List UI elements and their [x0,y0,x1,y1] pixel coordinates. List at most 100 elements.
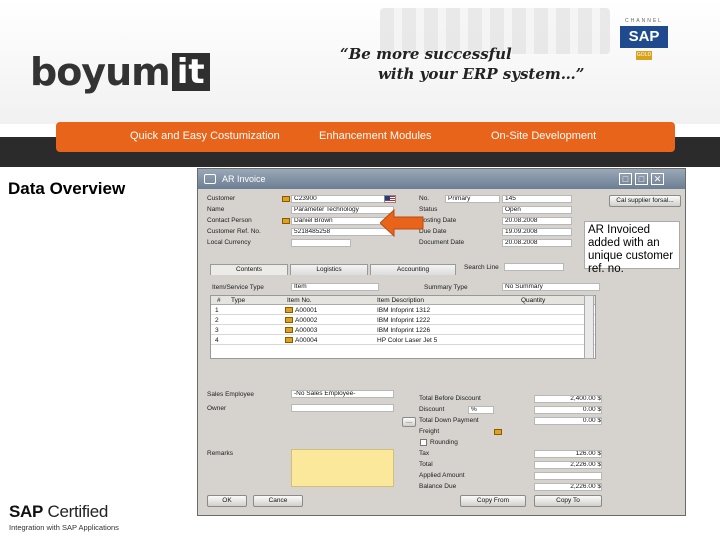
doc-no-label: No. [419,195,430,202]
ok-button[interactable]: OK [207,495,247,507]
down-payment-button[interactable]: … [402,417,416,427]
name-label: Name [207,206,225,213]
link-arrow-icon[interactable] [285,307,293,313]
total-value[interactable]: 2,226.00 $ [534,461,602,469]
supplier-button[interactable]: Cal supplier forsal... [609,195,681,207]
total-before-discount-label: Total Before Discount [419,395,481,402]
table-scrollbar[interactable] [584,295,594,359]
item-no-cell[interactable]: A00001 [295,307,317,314]
col-quantity[interactable]: Quantity [521,297,545,304]
down-payment-value[interactable]: 0.00 $ [534,417,602,425]
discount-label: Discount [419,406,445,413]
gold-badge: GOLD [636,51,652,60]
copy-from-button[interactable]: Copy From [460,495,526,507]
row-number: 4 [215,337,219,344]
customer-ref-field[interactable]: 5218485258 [291,228,394,236]
tab-contents[interactable]: Contents [210,264,288,275]
series-select[interactable]: Primary [445,195,500,203]
slogan-line-2: with your ERP system…” [378,65,585,83]
document-date-field[interactable]: 20.08.2008 [502,239,572,247]
item-desc-cell[interactable]: IBM Infoprint 1222 [377,317,430,324]
boyum-logo: boyum it [30,50,210,94]
item-type-select[interactable]: Item [291,283,379,291]
link-arrow-icon[interactable] [282,196,290,202]
us-flag-icon [384,195,396,203]
sap-certified-word: Certified [43,502,109,521]
row-number: 3 [215,327,219,334]
maximize-icon[interactable]: □ [635,173,648,185]
sap-logo: SAP [620,26,668,48]
item-no-cell[interactable]: A00003 [295,327,317,334]
item-desc-cell[interactable]: IBM Infoprint 1226 [377,327,430,334]
owner-field[interactable] [291,404,394,412]
tab-logistics[interactable]: Logistics [290,264,368,275]
item-desc-cell[interactable]: HP Color Laser Jet 5 [377,337,437,344]
table-row[interactable]: 1 A00001 IBM Infoprint 1312 [211,306,595,315]
item-desc-cell[interactable]: IBM Infoprint 1312 [377,307,430,314]
sap-certified-sap: SAP [9,502,44,521]
customer-field[interactable]: C23900 [291,195,394,203]
menu-item-enhancement[interactable]: Enhancement Modules [319,130,432,142]
link-arrow-icon[interactable] [285,317,293,323]
search-line-input[interactable] [504,263,564,271]
highlight-arrow-icon [380,208,424,238]
total-down-payment-label: Total Down Payment [419,417,479,424]
sap-channel-badge: CHANNEL SAP GOLD [616,18,672,66]
link-arrow-icon[interactable] [285,337,293,343]
section-title: Data Overview [8,179,126,198]
close-icon[interactable]: ✕ [651,173,664,185]
due-date-field[interactable]: 19.09.2008 [502,228,572,236]
applied-amount-value[interactable] [534,472,602,480]
owner-label: Owner [207,405,227,412]
name-field[interactable]: Parameter Technology [291,206,394,214]
posting-date-field[interactable]: 20.08.2008 [502,217,572,225]
col-item-desc[interactable]: Item Description [377,297,424,304]
sales-employee-select[interactable]: -No Sales Employee- [291,390,394,398]
remarks-field[interactable] [291,449,394,487]
applied-amount-label: Applied Amount [419,472,465,479]
window-titlebar: AR Invoice □ □ ✕ [198,169,685,189]
discount-value[interactable]: 0.00 $ [534,406,602,414]
table-row[interactable]: 2 A00002 IBM Infoprint 1222 [211,316,595,325]
window-icon [204,174,216,184]
logo-box: it [171,53,210,91]
menu-item-customization[interactable]: Quick and Easy Costumization [130,130,280,142]
row-number: 1 [215,307,219,314]
link-arrow-icon[interactable] [494,429,502,435]
total-before-discount-value[interactable]: 2,400.00 $ [534,395,602,403]
link-arrow-icon[interactable] [282,218,290,224]
copy-to-button[interactable]: Copy To [534,495,602,507]
currency-field[interactable] [291,239,351,247]
summary-type-select[interactable]: No Summary [502,283,600,291]
tax-value[interactable]: 126.00 $ [534,450,602,458]
document-date-label: Document Date [419,239,465,246]
col-type[interactable]: Type [231,297,245,304]
items-table: # Type Item No. Item Description Quantit… [210,295,596,359]
customer-label: Customer [207,195,236,202]
logo-text: boyum [30,50,171,94]
sales-employee-label: Sales Employee [207,391,254,398]
slogan: “Be more successful with your ERP system… [340,44,584,84]
tab-accounting[interactable]: Accounting [370,264,456,275]
minimize-icon[interactable]: □ [619,173,632,185]
item-no-cell[interactable]: A00004 [295,337,317,344]
menu-item-onsite[interactable]: On-Site Development [491,130,596,142]
rounding-label: Rounding [430,439,458,446]
table-row[interactable]: 4 A00004 HP Color Laser Jet 5 [211,336,595,345]
balance-due-value[interactable]: 2,226.00 $ [534,483,602,491]
col-item-no[interactable]: Item No. [287,297,312,304]
cancel-button[interactable]: Cance [253,495,303,507]
search-line-label: Search Line [464,264,499,271]
col-number[interactable]: # [217,297,221,304]
contact-person-field[interactable]: Daniel Brown [291,217,394,225]
link-arrow-icon[interactable] [285,327,293,333]
slogan-line-1: “Be more successful [340,45,512,63]
status-field[interactable]: Open [502,206,572,214]
table-header: # Type Item No. Item Description Quantit… [211,296,595,305]
item-no-cell[interactable]: A00002 [295,317,317,324]
balance-due-label: Balance Due [419,483,457,490]
table-row[interactable]: 3 A00003 IBM Infoprint 1226 [211,326,595,335]
doc-no-field[interactable]: 145 [502,195,572,203]
discount-percent-field[interactable]: % [468,406,494,414]
rounding-checkbox[interactable] [420,439,427,446]
